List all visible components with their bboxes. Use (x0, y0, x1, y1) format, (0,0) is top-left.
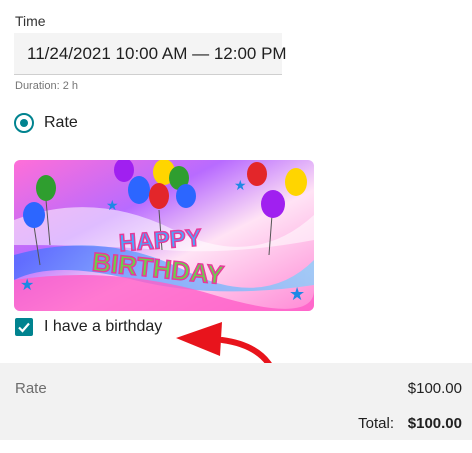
check-icon (18, 322, 30, 333)
birthday-checkbox[interactable] (15, 318, 33, 336)
price-summary: Rate $100.00 Total: $100.00 (0, 363, 472, 440)
rate-summary-value: $100.00 (407, 380, 462, 397)
radio-selected-dot (20, 119, 28, 127)
total-value: $100.00 (407, 415, 462, 432)
time-label: Time (15, 13, 46, 29)
duration-text: Duration: 2 h (15, 80, 78, 92)
time-range-field[interactable]: 11/24/2021 10:00 AM — 12:00 PM (14, 33, 287, 75)
svg-text:★: ★ (289, 284, 305, 304)
svg-text:★: ★ (106, 197, 119, 213)
total-label: Total: (358, 415, 394, 432)
svg-text:★: ★ (234, 177, 247, 193)
rate-radio-button[interactable] (14, 113, 34, 133)
rate-radio-label[interactable]: Rate (44, 114, 78, 132)
birthday-checkbox-label[interactable]: I have a birthday (44, 318, 162, 336)
rate-summary-label: Rate (15, 380, 47, 397)
birthday-banner-image: ★ ★ ★ ★ HAPPY BIRTHDAY (14, 160, 314, 311)
time-range-value: 11/24/2021 10:00 AM — 12:00 PM (27, 44, 287, 63)
svg-text:★: ★ (20, 277, 34, 294)
